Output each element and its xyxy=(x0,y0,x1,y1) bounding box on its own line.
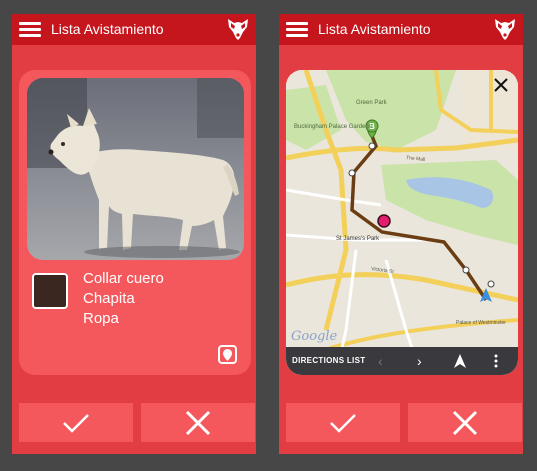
directions-bar: DIRECTIONS LIST ‹ › xyxy=(286,347,518,375)
feature-list: Collar cuero Chapita Ropa xyxy=(83,269,164,329)
app-bar: Lista Avistamiento xyxy=(12,14,256,45)
google-watermark: Google xyxy=(291,329,338,344)
check-icon xyxy=(330,413,356,433)
app-bar: Lista Avistamiento xyxy=(279,14,523,45)
map-label: St James's Park xyxy=(336,236,380,242)
close-map-icon[interactable] xyxy=(492,76,510,94)
map-label: Buckingham Palace Gardens xyxy=(294,124,372,130)
list-item: Collar cuero xyxy=(83,270,164,287)
dog-logo-icon xyxy=(495,19,515,40)
close-icon xyxy=(185,410,211,435)
reject-button[interactable] xyxy=(408,403,522,442)
dog-logo-icon xyxy=(228,19,248,40)
dog-photo xyxy=(27,78,244,260)
chevron-left-icon[interactable]: ‹ xyxy=(378,353,383,369)
confirm-button[interactable] xyxy=(286,403,400,442)
map-label: Palace of Westminster xyxy=(456,320,506,326)
sighting-card: Collar cuero Chapita Ropa xyxy=(19,70,251,375)
close-icon xyxy=(452,410,478,435)
app-title: Lista Avistamiento xyxy=(318,21,431,37)
map-view[interactable]: B Buckingham Palace Gardens Green Park T… xyxy=(286,70,518,375)
collar-color-swatch[interactable] xyxy=(32,273,68,309)
check-icon xyxy=(63,413,89,433)
chevron-right-icon[interactable]: › xyxy=(417,353,422,369)
list-item: Chapita xyxy=(83,290,135,307)
confirm-button[interactable] xyxy=(19,403,133,442)
location-pin-button[interactable] xyxy=(218,345,237,364)
menu-icon[interactable] xyxy=(286,20,308,39)
directions-list-label[interactable]: DIRECTIONS LIST xyxy=(292,356,365,365)
reject-button[interactable] xyxy=(141,403,255,442)
more-vert-icon[interactable] xyxy=(494,354,498,368)
list-item: Ropa xyxy=(83,310,119,327)
sighting-detail-screen: Lista Avistamiento Collar cuero Chapita … xyxy=(12,14,256,454)
app-title: Lista Avistamiento xyxy=(51,21,164,37)
map-label: Green Park xyxy=(356,100,388,106)
navigation-icon[interactable] xyxy=(454,354,466,368)
menu-icon[interactable] xyxy=(19,20,41,39)
map-pin-icon xyxy=(223,349,232,361)
sighting-map-screen: Lista Avistamiento B Buckingham Palace G… xyxy=(279,14,523,454)
